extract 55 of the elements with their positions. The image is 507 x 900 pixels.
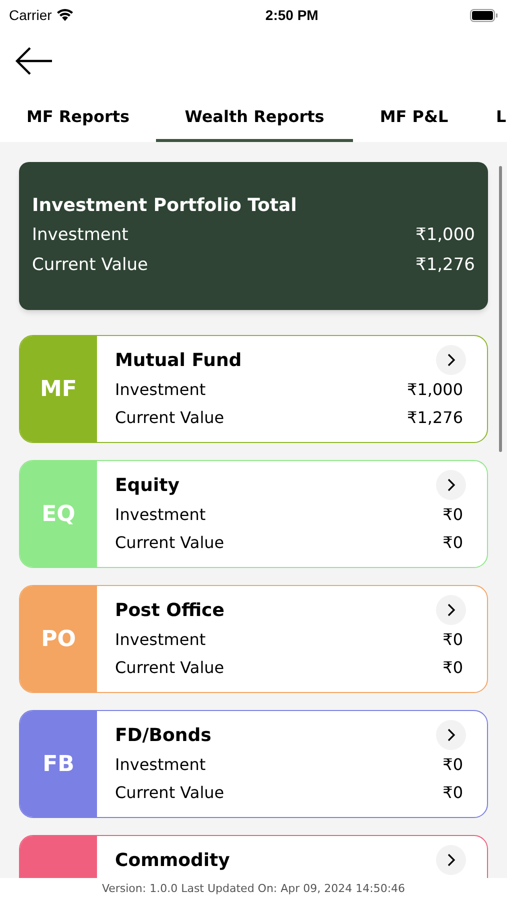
chevron-right-icon <box>446 478 456 492</box>
back-button[interactable] <box>15 46 53 76</box>
row-label: Investment <box>115 754 206 776</box>
row-label: Investment <box>115 379 206 401</box>
chevron-button[interactable] <box>436 845 466 875</box>
row-label: Current Value <box>115 657 224 679</box>
tab[interactable]: L <box>475 94 506 142</box>
row-value: ₹0 <box>442 504 463 526</box>
chevron-button[interactable] <box>436 720 466 750</box>
row-value: ₹0 <box>442 754 463 776</box>
row-value: ₹0 <box>442 657 463 679</box>
row-label: Current Value <box>115 407 224 429</box>
version-footer: Version: 1.0.0 Last Updated On: Apr 09, 2024 14:50:46 <box>102 880 406 898</box>
row-value: ₹1,276 <box>407 407 463 429</box>
category-name: Commodity <box>115 848 230 872</box>
chevron-right-icon <box>446 853 456 867</box>
row-value: ₹0 <box>442 629 463 651</box>
row-label: Investment <box>32 224 128 247</box>
tab[interactable]: MF Reports <box>0 94 156 142</box>
row-label: Current Value <box>115 782 224 804</box>
row-label: Investment <box>115 504 206 526</box>
category-card[interactable]: PO Post Office Investment ₹0 Current Value ₹0 <box>19 585 488 693</box>
category-code: EQ <box>42 500 76 528</box>
category-name: Post Office <box>115 598 224 622</box>
row-value: ₹1,276 <box>416 254 475 277</box>
row-value: ₹0 <box>442 782 463 804</box>
category-card[interactable]: Commodity <box>19 835 488 878</box>
tab[interactable]: MF P&L <box>353 94 475 142</box>
category-name: Equity <box>115 474 180 498</box>
row-value: ₹0 <box>442 532 463 554</box>
chevron-button[interactable] <box>436 345 466 375</box>
row-value: ₹1,000 <box>416 224 475 247</box>
row-label: Current Value <box>115 532 224 554</box>
category-code: FB <box>42 750 74 778</box>
battery-icon <box>470 8 498 22</box>
chevron-right-icon <box>446 603 456 617</box>
back-arrow-icon <box>15 46 53 76</box>
category-name: FD/Bonds <box>115 724 212 748</box>
category-code: PO <box>41 626 76 654</box>
carrier-label: Carrier <box>9 6 52 24</box>
category-code: MF <box>40 376 77 404</box>
chevron-button[interactable] <box>436 470 466 500</box>
row-value: ₹1,000 <box>407 379 463 401</box>
chevron-button[interactable] <box>436 595 466 625</box>
card-title: Investment Portfolio Total <box>32 194 298 218</box>
chevron-right-icon <box>446 353 456 367</box>
wifi-icon <box>56 8 74 22</box>
clock-label: 2:50 PM <box>265 6 318 24</box>
category-card[interactable]: EQ Equity Investment ₹0 Current Value ₹0 <box>19 460 488 568</box>
row-label: Current Value <box>32 254 148 277</box>
category-name: Mutual Fund <box>115 348 242 372</box>
row-label: Investment <box>115 629 206 651</box>
chevron-right-icon <box>446 728 456 742</box>
category-card[interactable]: FB FD/Bonds Investment ₹0 Current Value ₹0 <box>19 710 488 818</box>
category-card[interactable]: MF Mutual Fund Investment ₹1,000 Current Value ₹1,276 <box>19 335 488 443</box>
